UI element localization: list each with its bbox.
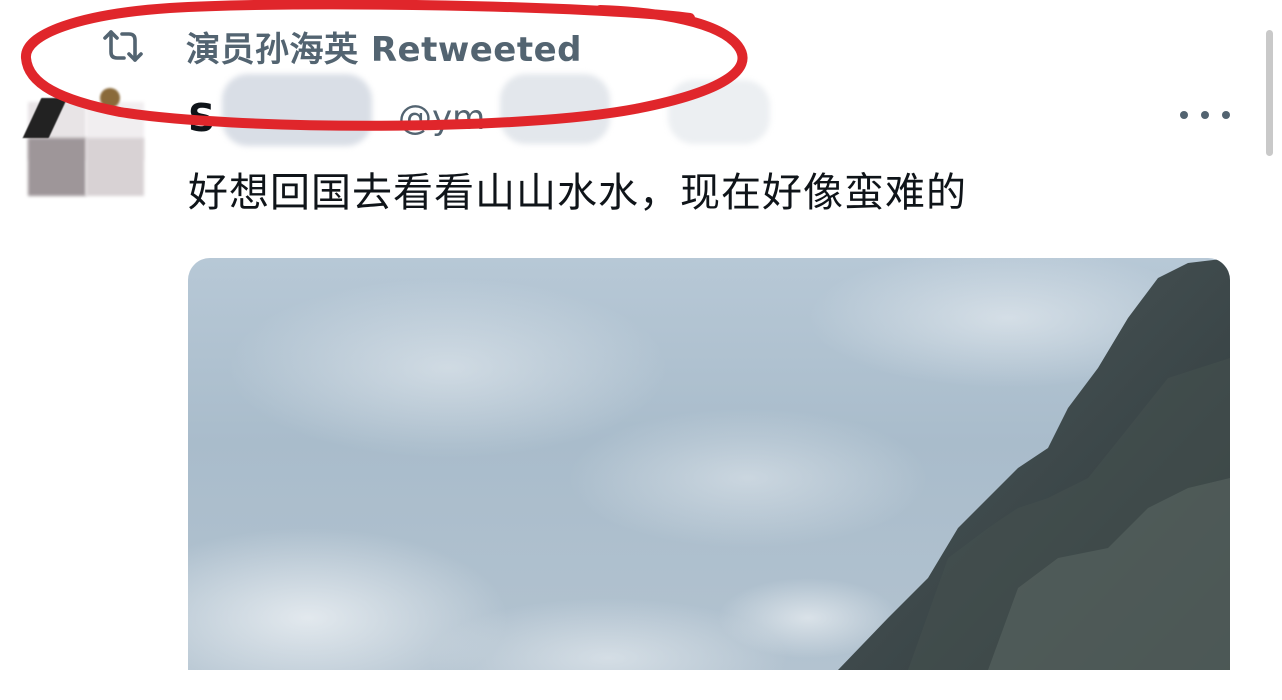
- scrollbar[interactable]: [1266, 30, 1273, 156]
- retweet-header[interactable]: 演员孙海英 Retweeted: [100, 22, 582, 70]
- handle-blur-2: [668, 80, 770, 144]
- more-horizontal-icon[interactable]: [1180, 100, 1230, 130]
- tweet-text: 好想回国去看看山山水水，现在好像蛮难的: [188, 170, 967, 216]
- avatar[interactable]: [22, 88, 152, 208]
- retweet-label[interactable]: 演员孙海英 Retweeted: [186, 22, 582, 71]
- tweet-screenshot: 演员孙海英 Retweeted S @ym 好想回国去看看山山水水，现在好像蛮难…: [0, 0, 1282, 700]
- author-handle[interactable]: @ym: [398, 98, 485, 138]
- handle-blur: [500, 74, 610, 144]
- name-blur: [222, 74, 372, 146]
- retweet-icon: [100, 26, 146, 66]
- tweet-photo[interactable]: [188, 258, 1230, 670]
